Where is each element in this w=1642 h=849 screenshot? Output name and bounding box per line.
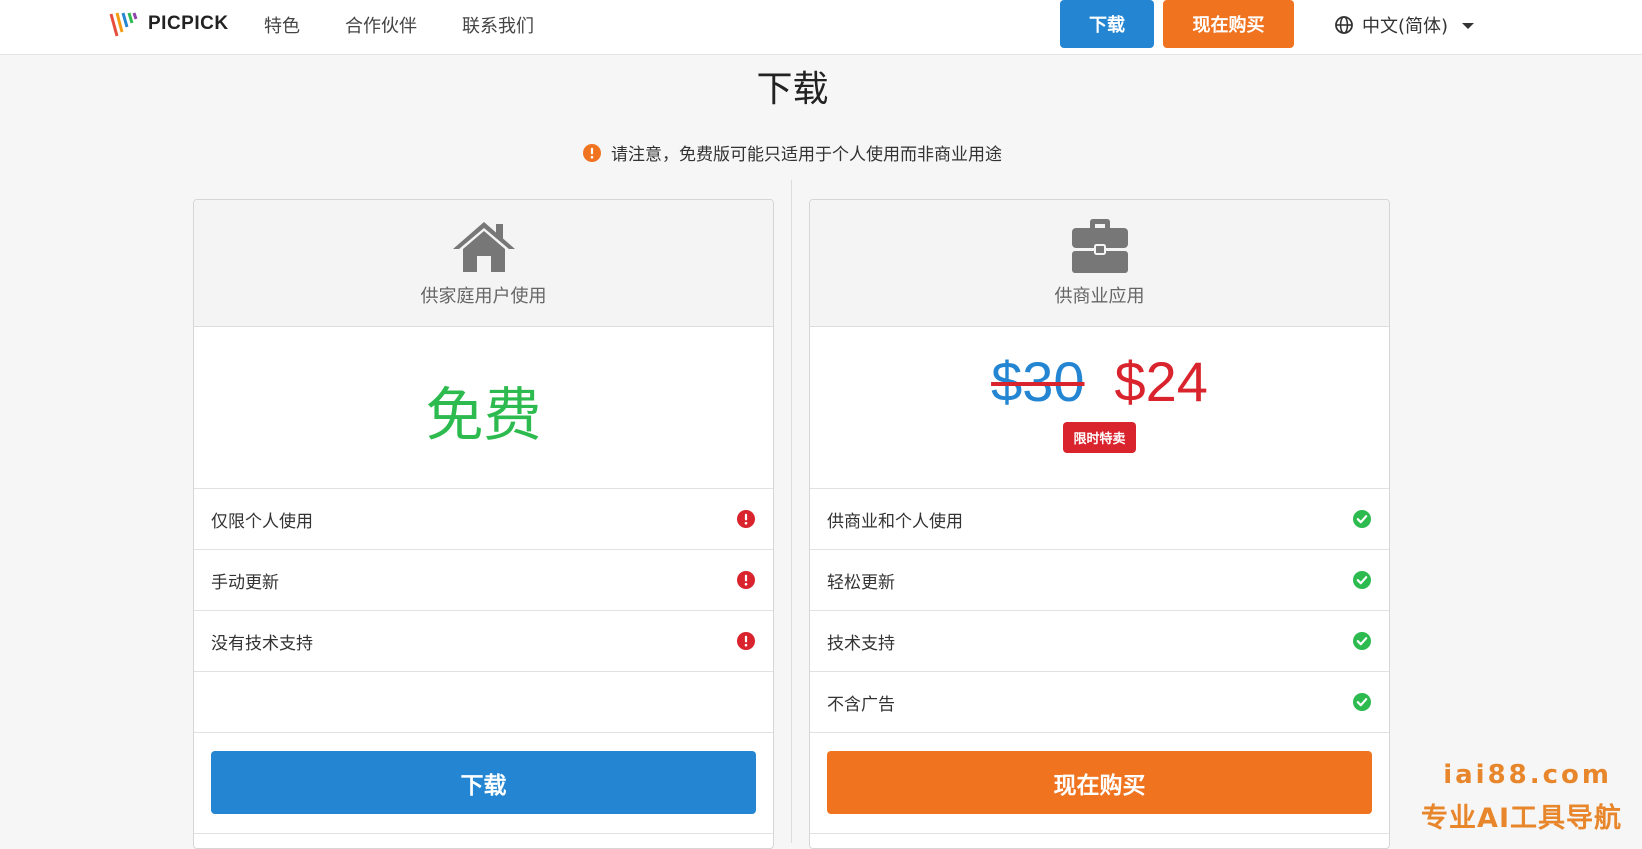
watermark: iai88.com 专业AI工具导航 (1421, 760, 1622, 835)
feature-row: 手动更新 (194, 550, 773, 611)
feature-text: 手动更新 (211, 568, 279, 593)
feature-row: 没有技术支持 (194, 611, 773, 672)
language-label: 中文(简体) (1362, 12, 1448, 38)
nav-link-partners[interactable]: 合作伙伴 (345, 12, 417, 38)
feature-row: 仅限个人使用 (194, 489, 773, 550)
language-selector[interactable]: 中文(简体) (1334, 12, 1474, 38)
button-area: 下载 (194, 733, 773, 834)
sale-price: $24 (1115, 349, 1208, 414)
home-icon (451, 218, 517, 276)
check-icon (1353, 632, 1371, 650)
globe-icon (1334, 15, 1354, 35)
nav-link-contact[interactable]: 联系我们 (462, 12, 534, 38)
plan-header: 供商业应用 (810, 200, 1389, 327)
sale-badge: 限时特卖 (1063, 422, 1135, 453)
brand-name: PICPICK (148, 13, 229, 35)
price-box: $30 $24 限时特卖 (810, 327, 1389, 489)
price-display: $30 $24 (991, 349, 1208, 414)
chevron-down-icon (1462, 23, 1474, 29)
usage-notice: 请注意，免费版可能只适用于个人使用而非商业用途 (0, 140, 1585, 165)
plan-title: 供家庭用户使用 (421, 282, 547, 308)
picpick-logo-icon (108, 10, 138, 38)
price-free: 免费 (425, 368, 541, 452)
top-navbar: PICPICK 特色 合作伙伴 联系我们 下载 现在购买 中文(简体) (0, 0, 1642, 55)
warning-icon (583, 144, 601, 162)
notice-text: 请注意，免费版可能只适用于个人使用而非商业用途 (611, 140, 1002, 165)
feature-text: 技术支持 (827, 629, 895, 654)
check-icon (1353, 693, 1371, 711)
feature-row-empty (194, 672, 773, 733)
button-area: 现在购买 (810, 733, 1389, 834)
exclamation-icon (737, 571, 755, 589)
watermark-url: iai88.com (1421, 760, 1612, 790)
feature-row: 轻松更新 (810, 550, 1389, 611)
feature-text: 不含广告 (827, 690, 895, 715)
feature-text: 轻松更新 (827, 568, 895, 593)
feature-row: 供商业和个人使用 (810, 489, 1389, 550)
plan-title: 供商业应用 (1055, 282, 1145, 308)
nav-download-button[interactable]: 下载 (1060, 0, 1154, 48)
nav-buy-button[interactable]: 现在购买 (1163, 0, 1294, 48)
feature-row: 不含广告 (810, 672, 1389, 733)
briefcase-icon (1067, 218, 1133, 276)
exclamation-icon (737, 510, 755, 528)
page-title: 下载 (0, 60, 1585, 112)
plan-header: 供家庭用户使用 (194, 200, 773, 327)
price-box: 免费 (194, 327, 773, 489)
feature-row: 技术支持 (810, 611, 1389, 672)
buy-now-button[interactable]: 现在购买 (827, 751, 1372, 814)
feature-text: 供商业和个人使用 (827, 507, 963, 532)
original-price: $30 (991, 349, 1084, 414)
watermark-text: 专业AI工具导航 (1421, 796, 1622, 835)
check-icon (1353, 571, 1371, 589)
nav-link-features[interactable]: 特色 (264, 12, 300, 38)
plan-card-home: 供家庭用户使用 免费 仅限个人使用 手动更新 没有技术支持 下载 (193, 199, 774, 849)
check-icon (1353, 510, 1371, 528)
download-button[interactable]: 下载 (211, 751, 756, 814)
exclamation-icon (737, 632, 755, 650)
plan-card-business: 供商业应用 $30 $24 限时特卖 供商业和个人使用 轻松更新 技术支持 不含… (809, 199, 1390, 849)
feature-text: 没有技术支持 (211, 629, 313, 654)
brand[interactable]: PICPICK (108, 10, 229, 38)
column-divider (791, 180, 792, 843)
feature-text: 仅限个人使用 (211, 507, 313, 532)
